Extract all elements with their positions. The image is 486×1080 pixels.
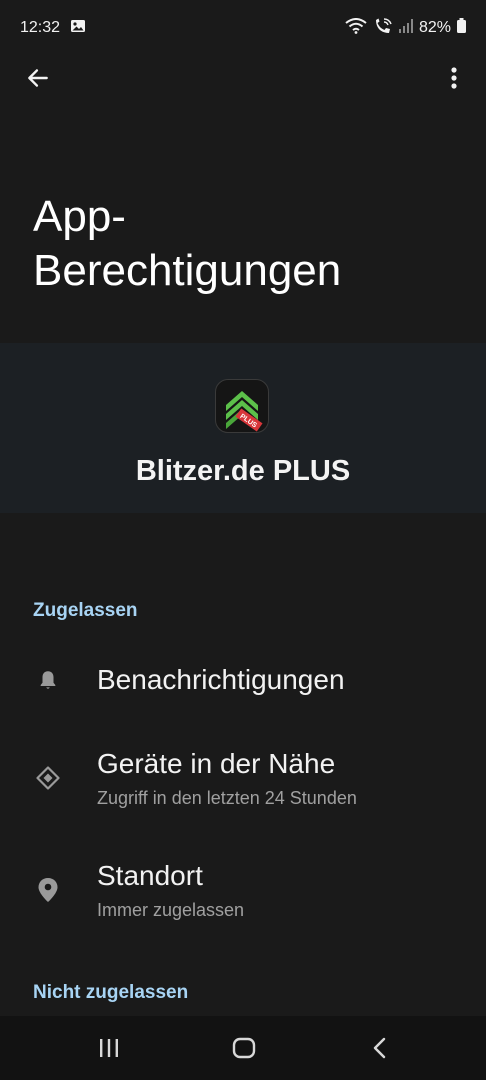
permission-title: Geräte in der Nähe [97, 748, 336, 779]
arrow-back-icon [28, 69, 48, 87]
app-name: Blitzer.de PLUS [135, 455, 351, 487]
permission-title: Benachrichtigungen [97, 664, 345, 695]
app-icon: PLUS [215, 379, 269, 433]
location-pin-icon [34, 876, 62, 904]
status-time: 12:32 [20, 19, 61, 36]
permission-title: Standort [97, 860, 203, 891]
page-title-line-2: Berechtigungen [33, 246, 342, 295]
battery-percentage: 82% [418, 19, 451, 36]
image-icon [70, 19, 86, 38]
wifi-calling-icon [373, 17, 393, 39]
permission-item-location[interactable]: Standort Immer zugelassen [0, 842, 486, 942]
status-bar: 12:32 82% [0, 0, 486, 56]
home-button[interactable] [226, 1030, 262, 1066]
app-header: PLUS Blitzer.de PLUS [0, 343, 486, 513]
wifi-icon [345, 17, 367, 39]
permission-subtitle: Immer zugelassen [97, 900, 245, 920]
app-bar [0, 52, 486, 104]
home-icon [232, 1037, 256, 1059]
page-title: App- Berechtigungen [33, 190, 453, 298]
section-header-allowed: Zugelassen [33, 600, 138, 621]
bell-icon [34, 666, 62, 694]
blitzer-logo-icon: PLUS [226, 391, 263, 432]
back-nav-button[interactable] [362, 1030, 398, 1066]
signal-icon [398, 18, 413, 38]
permission-item-notifications[interactable]: Benachrichtigungen [0, 640, 486, 740]
recents-button[interactable] [91, 1030, 127, 1066]
nearby-devices-icon [34, 764, 62, 792]
navigation-bar [0, 1016, 486, 1080]
battery-icon [457, 18, 466, 38]
back-button[interactable] [22, 62, 54, 94]
section-header-not-allowed: Nicht zugelassen [33, 982, 189, 1003]
permission-item-nearby-devices[interactable]: Geräte in der Nähe Zugriff in den letzte… [0, 730, 486, 830]
recents-icon [100, 1039, 118, 1057]
permission-subtitle: Zugriff in den letzten 24 Stunden [97, 788, 357, 808]
more-options-button[interactable] [438, 62, 470, 94]
back-nav-icon [373, 1037, 386, 1059]
page-title-line-1: App- [33, 192, 126, 241]
more-vert-icon [451, 67, 457, 89]
